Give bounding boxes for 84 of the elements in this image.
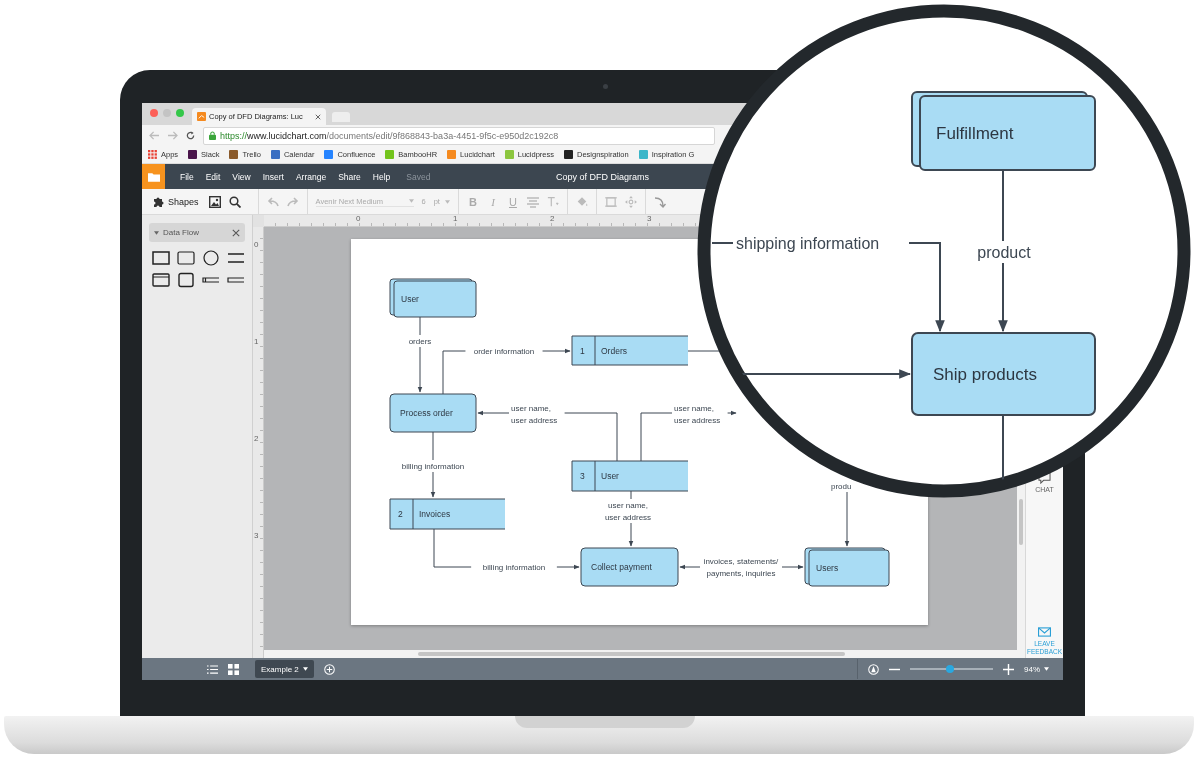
rounded-square-icon[interactable] [177,272,195,288]
lock-icon [209,131,216,140]
caret-icon [1044,667,1049,671]
flow-label: invoices, statements/ payments, inquiries [703,557,779,578]
url-text: https://www.lucidchart.com/documents/edit/9f868843-ba3a-4451-9f5c-e950d2c192c8 [220,130,559,141]
scrollbar-thumb[interactable] [418,652,845,656]
circle-icon[interactable] [202,250,220,266]
menu-item[interactable]: Share [338,171,361,182]
ruler-label: 3 [254,531,259,540]
node-label: Orders [601,345,627,356]
flow-label: user name, user address [511,404,558,425]
grid-view-icon[interactable] [228,663,239,675]
flow-label: order information [473,347,535,356]
store-number: 2 [398,509,403,519]
chart-icon [197,112,206,121]
process-box[interactable] [580,547,679,587]
library-title: Data Flow [163,228,200,237]
menu-item[interactable]: File [180,171,194,182]
navigator-icon[interactable] [868,663,879,675]
store-number: 3 [580,471,585,481]
page-tab[interactable]: Example 2 [255,660,314,678]
ruler-label: 0 [356,214,361,223]
zoom-level-dropdown[interactable]: 94% [1024,664,1049,674]
documents-button[interactable] [142,164,165,189]
shape-library-header[interactable]: Data Flow [149,223,245,242]
flow-label: product [977,244,1031,261]
menu-item[interactable]: View [232,171,251,182]
puzzle-icon [152,195,164,208]
caret-icon [444,199,450,204]
scrollbar-thumb[interactable] [1019,499,1023,545]
node-label: Users [816,563,839,573]
flow-arrow[interactable] [844,490,850,547]
document-title[interactable]: Copy of DFD Diagrams [556,171,649,182]
curved-arrow-icon[interactable] [653,195,666,208]
apps-grid-icon [148,150,157,159]
folder-icon [147,171,160,182]
close-icon[interactable] [232,228,240,237]
close-icon[interactable] [315,113,321,120]
store-number: 1 [580,345,585,356]
caret-icon [408,199,414,203]
flow-arrow[interactable] [781,564,804,570]
camera-lens [603,84,608,89]
flow-label: user name, user address [604,501,652,522]
node-label: Fulfillment [936,124,1014,143]
flow-label: user name, user address [674,404,721,425]
flow-label: orders [408,337,432,346]
rectangle-icon[interactable] [152,250,170,266]
flow-label: billing information [482,563,546,572]
ruler-label: 2 [550,214,555,223]
process-box[interactable] [389,393,477,433]
node-label: Process order [400,408,453,418]
node-label: Invoices [419,509,451,519]
search-icon[interactable] [228,195,241,208]
reload-icon[interactable] [185,131,196,140]
menu-item[interactable]: Edit [205,171,221,182]
address-bar[interactable]: https://www.lucidchart.com/documents/edit/9f868843-ba3a-4451-9f5c-e950d2c192c8 [203,126,715,145]
ruler-label: 3 [647,214,652,223]
node-label: User [601,471,619,481]
node-label: Ship products [933,365,1037,384]
caret-icon [302,667,308,671]
envelope-icon [1038,626,1051,639]
ruler-label: 0 [254,240,259,249]
menu-item[interactable]: Help [372,171,391,182]
add-page-icon[interactable] [323,663,335,675]
node-label: User [401,294,419,304]
node-label: Collect payment [591,562,652,572]
shapes-button[interactable]: Shapes [168,196,199,207]
rounded-rectangle-icon[interactable] [177,250,195,266]
flow-label: produ [831,482,852,491]
menu-item[interactable]: Insert [262,171,284,182]
menu-item[interactable]: Arrange [295,171,327,182]
flow-label: shipping information [736,235,880,252]
ruler-label: 1 [254,337,259,346]
image-icon[interactable] [208,195,221,208]
flow-label: billing information [401,462,465,471]
double-line-icon[interactable] [227,250,245,266]
flow-arrow[interactable] [679,564,701,570]
list-view-icon[interactable] [207,663,218,675]
data-store-box[interactable] [571,335,689,366]
zoom-in-icon[interactable] [1003,663,1014,675]
ruler-label: 2 [254,434,259,443]
header-rectangle-icon[interactable] [152,272,170,288]
save-status: Saved [406,171,431,182]
ruler-label: 1 [453,214,458,223]
